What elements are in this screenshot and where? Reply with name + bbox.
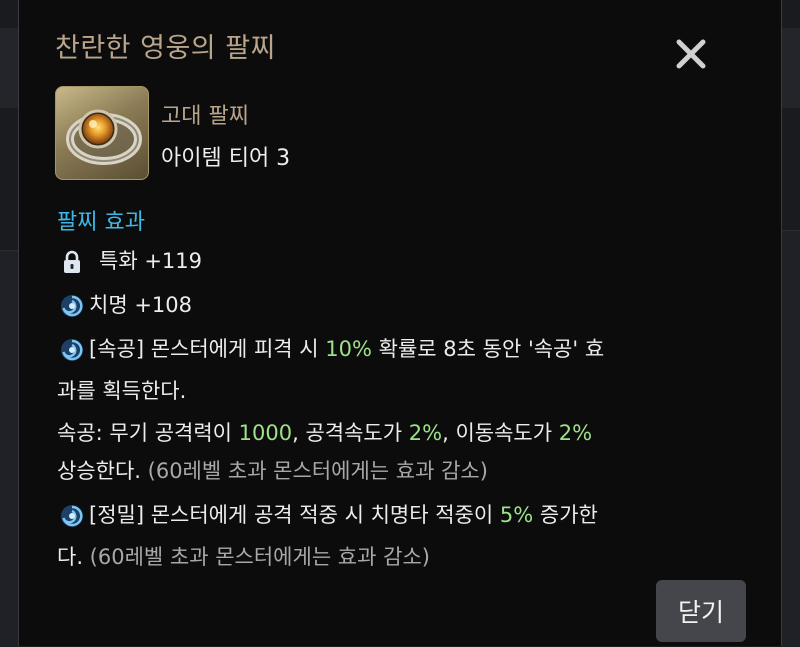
item-tooltip-dialog: 찬란한 영웅의 팔찌 고대 팔찌 아이템 티어 3 팔찌 효과 특화 +119 … <box>18 0 782 646</box>
stat-label: 치명 +108 <box>89 293 192 317</box>
effect-text: 확률로 8초 동안 '속공' 효 <box>371 337 605 361</box>
effect-line: 상승한다. (60레벨 초과 몬스터에게는 효과 감소) <box>57 456 488 486</box>
effect-text: 과를 획득한다. <box>57 379 187 403</box>
effect-text: , 공격속도가 <box>292 421 409 445</box>
dialog-title: 찬란한 영웅의 팔찌 <box>55 33 276 64</box>
effect-text: [속공] 몬스터에게 피격 시 <box>89 337 326 361</box>
effect-text: 다. <box>57 545 90 569</box>
backdrop-panel-right <box>782 230 800 647</box>
stat-row: 특화 +119 <box>57 246 202 276</box>
effect-value: 2% <box>408 421 443 445</box>
item-tier: 아이템 티어 3 <box>161 146 291 171</box>
effect-text: 상승한다. <box>57 459 148 483</box>
effect-line: 과를 획득한다. <box>57 376 186 406</box>
effect-text: [정밀] 몬스터에게 공격 적중 시 치명타 적중이 <box>89 503 500 527</box>
effect-value: 1000 <box>238 421 293 445</box>
swirl-icon <box>57 334 89 364</box>
item-type: 고대 팔찌 <box>161 104 249 129</box>
stat-row: 치명 +108 <box>57 290 192 320</box>
close-button[interactable]: 닫기 <box>656 580 746 642</box>
effect-line: 속공: 무기 공격력이 1000, 공격속도가 2%, 이동속도가 2% <box>57 418 592 448</box>
close-icon[interactable] <box>671 34 711 74</box>
effect-line: 다. (60레벨 초과 몬스터에게는 효과 감소) <box>57 542 430 572</box>
effect-value: 10% <box>325 337 372 361</box>
effect-line: [정밀] 몬스터에게 공격 적중 시 치명타 적중이 5% 증가한 <box>57 500 598 530</box>
effect-text: , 이동속도가 <box>442 421 559 445</box>
effect-text: 증가한 <box>533 503 598 527</box>
swirl-icon <box>57 500 89 530</box>
effect-note: (60레벨 초과 몬스터에게는 효과 감소) <box>147 459 488 483</box>
lock-icon <box>57 246 89 276</box>
swirl-icon <box>57 290 89 320</box>
effect-text: 속공: 무기 공격력이 <box>57 421 239 445</box>
effect-note: (60레벨 초과 몬스터에게는 효과 감소) <box>89 545 430 569</box>
effect-line: [속공] 몬스터에게 피격 시 10% 확률로 8초 동안 '속공' 효 <box>57 334 604 364</box>
bracelet-icon <box>55 86 149 180</box>
effect-value: 2% <box>558 421 593 445</box>
section-title: 팔찌 효과 <box>57 210 145 235</box>
effect-value: 5% <box>499 503 534 527</box>
stat-label: 특화 +119 <box>99 249 202 273</box>
